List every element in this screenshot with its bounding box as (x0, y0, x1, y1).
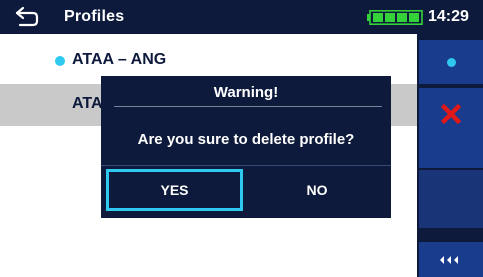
header-bar: Profiles 14:29 (0, 0, 483, 34)
active-dot-icon (55, 56, 65, 66)
page-title: Profiles (64, 8, 125, 25)
profile-label: ATA (72, 95, 103, 112)
profile-label: ATAA – ANG (72, 51, 167, 68)
delete-button[interactable] (419, 88, 483, 168)
delete-x-icon (441, 104, 461, 124)
yes-button[interactable]: YES (106, 169, 243, 211)
select-button[interactable] (419, 40, 483, 84)
dialog-title: Warning! (213, 84, 279, 101)
more-button[interactable] (419, 242, 483, 277)
battery-icon (367, 10, 423, 25)
more-arrows-icon (440, 256, 458, 264)
dialog-divider (101, 165, 391, 166)
dot-icon (447, 58, 456, 67)
back-arrow-icon[interactable] (14, 6, 40, 28)
clock: 14:29 (428, 8, 469, 25)
no-button[interactable]: NO (247, 169, 387, 211)
empty-sidebar-button[interactable] (419, 170, 483, 228)
dialog-divider (114, 106, 382, 107)
dialog-message: Are you sure to delete profile? (137, 131, 355, 148)
sidebar (417, 34, 483, 277)
warning-dialog: Warning! Are you sure to delete profile?… (101, 76, 391, 218)
